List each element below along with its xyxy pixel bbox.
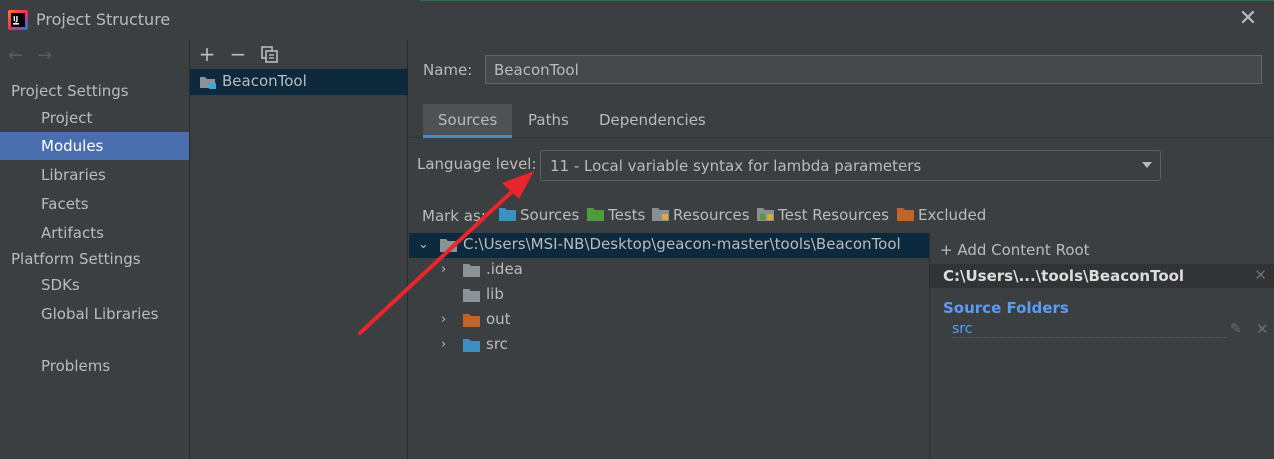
nav-item-project[interactable]: Project <box>0 104 189 132</box>
mark-as-tests-button[interactable]: Tests <box>587 206 645 228</box>
chevron-right-icon[interactable]: › <box>441 312 453 327</box>
tree-row-label: src <box>486 335 508 353</box>
tree-root-row[interactable]: ⌄ C:\Users\MSI-NB\Desktop\geacon-master\… <box>409 233 929 258</box>
excluded-folder-icon <box>463 314 480 327</box>
nav-item-modules[interactable]: Modules <box>0 132 189 160</box>
tree-row-label: lib <box>486 285 504 303</box>
copy-icon[interactable] <box>261 46 279 63</box>
nav-item-artifacts[interactable]: Artifacts <box>0 219 189 247</box>
nav-item-sdks[interactable]: SDKs <box>0 271 189 299</box>
window-title: Project Structure <box>36 10 171 29</box>
module-editor: Name: Sources Paths Dependencies Languag… <box>409 40 1274 459</box>
tree-row-label: .idea <box>486 260 523 278</box>
language-level-value: 11 - Local variable syntax for lambda pa… <box>550 157 922 175</box>
mark-as-toolbar: Mark as: Sources Tests Resources Test Re… <box>422 206 1022 228</box>
close-window-button[interactable]: ✕ <box>1238 8 1258 30</box>
tab-dependencies[interactable]: Dependencies <box>584 104 721 138</box>
tab-sources[interactable]: Sources <box>423 104 513 138</box>
back-arrow-icon[interactable]: ← <box>8 45 23 66</box>
tree-row-idea[interactable]: › .idea <box>409 258 929 283</box>
tests-folder-icon <box>587 208 604 221</box>
tree-row-lib[interactable]: lib <box>409 283 929 308</box>
settings-navigation: ← → Project Settings Project Modules Libr… <box>0 40 190 459</box>
add-module-button[interactable]: + <box>196 43 218 65</box>
tree-row-label: out <box>486 310 511 328</box>
language-level-label: Language level: <box>417 155 537 173</box>
tree-row-out[interactable]: › out <box>409 308 929 333</box>
mark-as-sources-button[interactable]: Sources <box>499 206 579 228</box>
root-folder-icon <box>440 239 457 252</box>
nav-item-libraries[interactable]: Libraries <box>0 161 189 189</box>
name-label: Name: <box>423 61 473 79</box>
mark-as-label: Mark as: <box>422 207 486 225</box>
mark-as-excluded-button[interactable]: Excluded <box>897 206 986 228</box>
language-level-select[interactable]: 11 - Local variable syntax for lambda pa… <box>540 150 1161 181</box>
source-folder-item[interactable]: src <box>952 321 1227 338</box>
nav-item-problems[interactable]: Problems <box>0 352 189 380</box>
folder-icon <box>463 289 480 302</box>
module-folder-icon <box>200 77 216 89</box>
svg-text:IJ: IJ <box>13 15 18 23</box>
platform-settings-heading: Platform Settings <box>11 250 141 268</box>
nav-item-facets[interactable]: Facets <box>0 190 189 218</box>
project-settings-heading: Project Settings <box>11 82 129 100</box>
chevron-right-icon[interactable]: › <box>441 262 453 277</box>
nav-history: ← → <box>8 45 66 67</box>
modules-list-panel: + − BeaconTool <box>190 40 408 459</box>
remove-source-folder-icon[interactable]: ✕ <box>1256 320 1269 338</box>
modules-toolbar: + − <box>190 40 408 68</box>
content-root-tree: ⌄ C:\Users\MSI-NB\Desktop\geacon-master\… <box>409 233 929 459</box>
sources-folder-icon <box>463 339 480 352</box>
resources-folder-icon <box>652 208 669 221</box>
content-root-pane: + Add Content Root C:\Users\...\tools\Be… <box>929 233 1274 459</box>
nav-item-global-libraries[interactable]: Global Libraries <box>0 300 189 328</box>
excluded-folder-icon <box>897 208 914 221</box>
intellij-idea-icon: IJ <box>8 10 28 30</box>
tab-paths[interactable]: Paths <box>513 104 584 138</box>
content-root-path: C:\Users\...\tools\BeaconTool <box>943 267 1185 285</box>
folder-icon <box>463 264 480 277</box>
module-tabs: Sources Paths Dependencies <box>409 104 1274 138</box>
module-name-input[interactable] <box>485 55 1262 84</box>
chevron-right-icon[interactable]: › <box>441 337 453 352</box>
edit-icon[interactable]: ✎ <box>1230 321 1242 337</box>
source-folders-heading: Source Folders <box>943 299 1069 317</box>
chevron-down-icon <box>1142 162 1152 168</box>
mark-as-test-resources-button[interactable]: Test Resources <box>757 206 889 228</box>
tree-root-label: C:\Users\MSI-NB\Desktop\geacon-master\to… <box>463 235 901 253</box>
module-item-beacontool[interactable]: BeaconTool <box>190 69 408 95</box>
remove-content-root-icon[interactable]: ✕ <box>1254 266 1267 284</box>
chevron-down-icon[interactable]: ⌄ <box>418 237 430 252</box>
add-content-root-button[interactable]: + Add Content Root <box>940 241 1090 259</box>
remove-module-button[interactable]: − <box>227 43 249 65</box>
title-bar: IJ Project Structure ✕ <box>0 0 1274 40</box>
test-resources-folder-icon <box>757 208 774 221</box>
tree-row-src[interactable]: › src <box>409 333 929 358</box>
forward-arrow-icon[interactable]: → <box>37 45 52 66</box>
content-root-header: C:\Users\...\tools\BeaconTool ✕ <box>930 264 1274 288</box>
sources-folder-icon <box>499 208 516 221</box>
mark-as-resources-button[interactable]: Resources <box>652 206 750 228</box>
title-bar-top-line <box>0 0 1274 2</box>
module-item-label: BeaconTool <box>222 72 307 90</box>
